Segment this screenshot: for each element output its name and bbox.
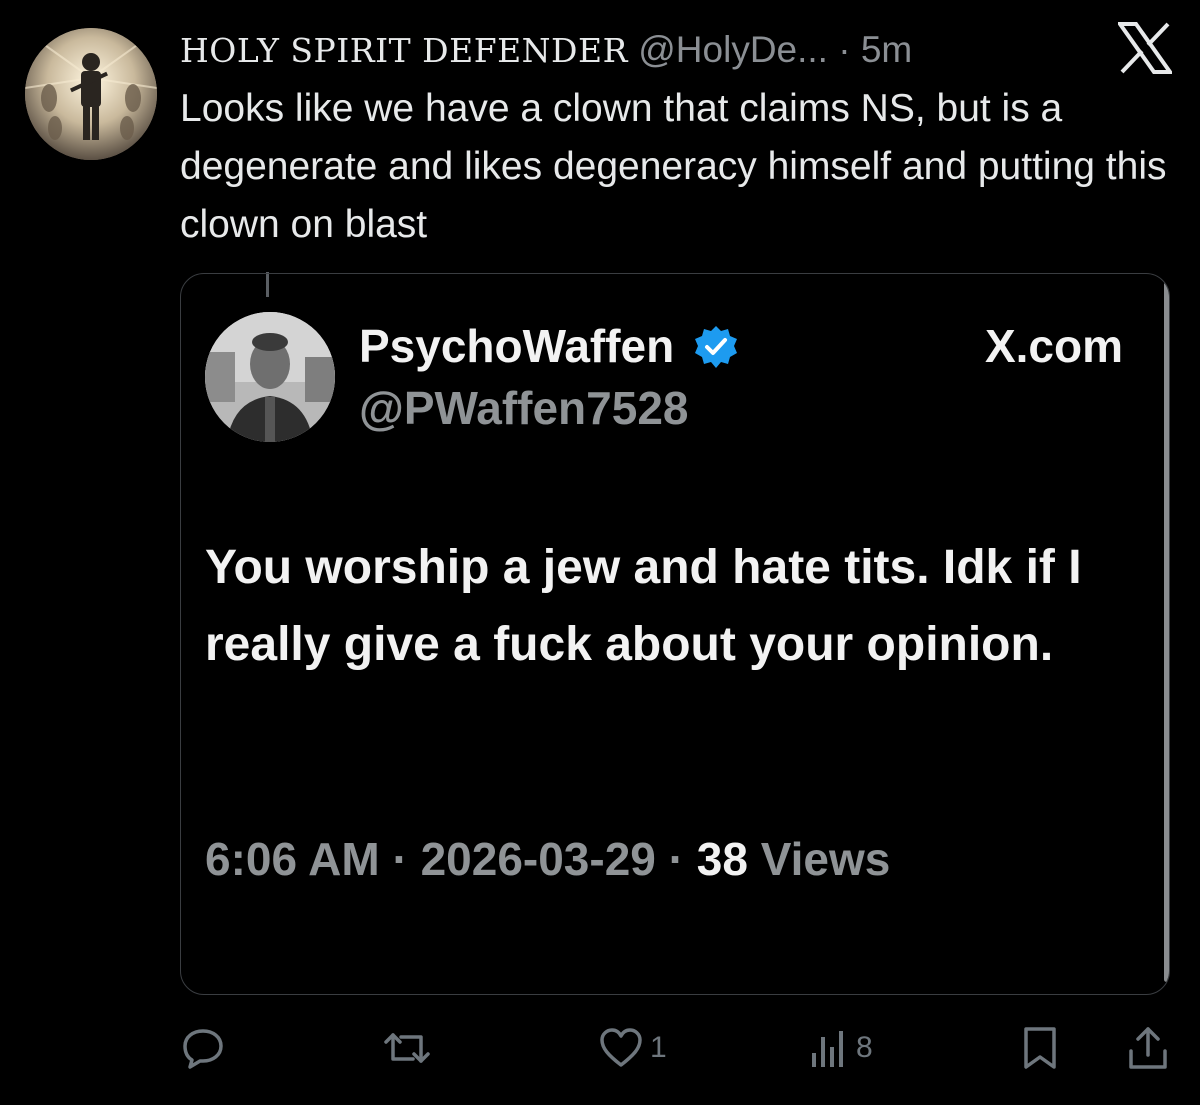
quoted-time: 6:06 AM xyxy=(205,833,380,885)
like-count: 1 xyxy=(650,1031,667,1064)
meta-separator: · xyxy=(379,833,421,885)
author-avatar[interactable] xyxy=(25,28,157,160)
views-chart-icon xyxy=(812,1031,843,1067)
card-scrollbar xyxy=(1164,282,1169,982)
quoted-tweet-text: You worship a jew and hate tits. Idk if … xyxy=(205,541,1082,671)
author-handle[interactable]: @HolyDe... xyxy=(638,29,828,70)
verified-badge-icon xyxy=(693,324,739,370)
author-display-name[interactable]: HOLY SPIRIT DEFENDER xyxy=(180,31,628,70)
x-logo-icon[interactable] xyxy=(1116,22,1174,74)
quoted-author-handle: @PWaffen7528 xyxy=(359,382,689,434)
quoted-display-name: PsychoWaffen xyxy=(359,320,675,372)
views-button[interactable]: 8 xyxy=(808,1020,873,1076)
heart-icon xyxy=(600,1028,642,1067)
quoted-author-name: PsychoWaffen xyxy=(359,316,739,376)
repost-button[interactable] xyxy=(383,1020,437,1076)
bookmark-icon xyxy=(1024,1027,1056,1069)
action-bar: 1 8 xyxy=(180,1020,1170,1076)
tweet-header: HOLY SPIRIT DEFENDER @HolyDe... · 5m xyxy=(180,26,1040,74)
tweet-time[interactable]: 5m xyxy=(861,29,912,70)
header-separator: · xyxy=(838,29,851,70)
quoted-views-count: 38 xyxy=(696,833,748,885)
reply-icon xyxy=(183,1029,223,1069)
quoted-date: 2026-03-29 xyxy=(420,833,656,885)
share-icon xyxy=(1129,1027,1167,1069)
repost-icon xyxy=(384,1033,430,1063)
reply-button[interactable] xyxy=(180,1020,226,1076)
quoted-author-avatar xyxy=(205,312,335,442)
avatar-soldier-image xyxy=(25,28,157,160)
quoted-source-label: X.com xyxy=(984,320,1123,372)
quoted-views-label: Views xyxy=(747,833,891,885)
tweet-text: Looks like we have a clown that claims N… xyxy=(180,87,1167,246)
quoted-tweet-meta: 6:06 AM · 2026-03-29 · 38 Views xyxy=(205,829,890,889)
avatar-man-photo xyxy=(205,312,335,442)
bookmark-button[interactable] xyxy=(1018,1020,1062,1076)
meta-separator: · xyxy=(655,833,697,885)
quoted-image-card[interactable]: PsychoWaffen @PWaffen7528 X.com You wors… xyxy=(180,273,1170,995)
views-count: 8 xyxy=(856,1031,873,1064)
like-button[interactable]: 1 xyxy=(598,1020,667,1076)
share-button[interactable] xyxy=(1126,1020,1170,1076)
